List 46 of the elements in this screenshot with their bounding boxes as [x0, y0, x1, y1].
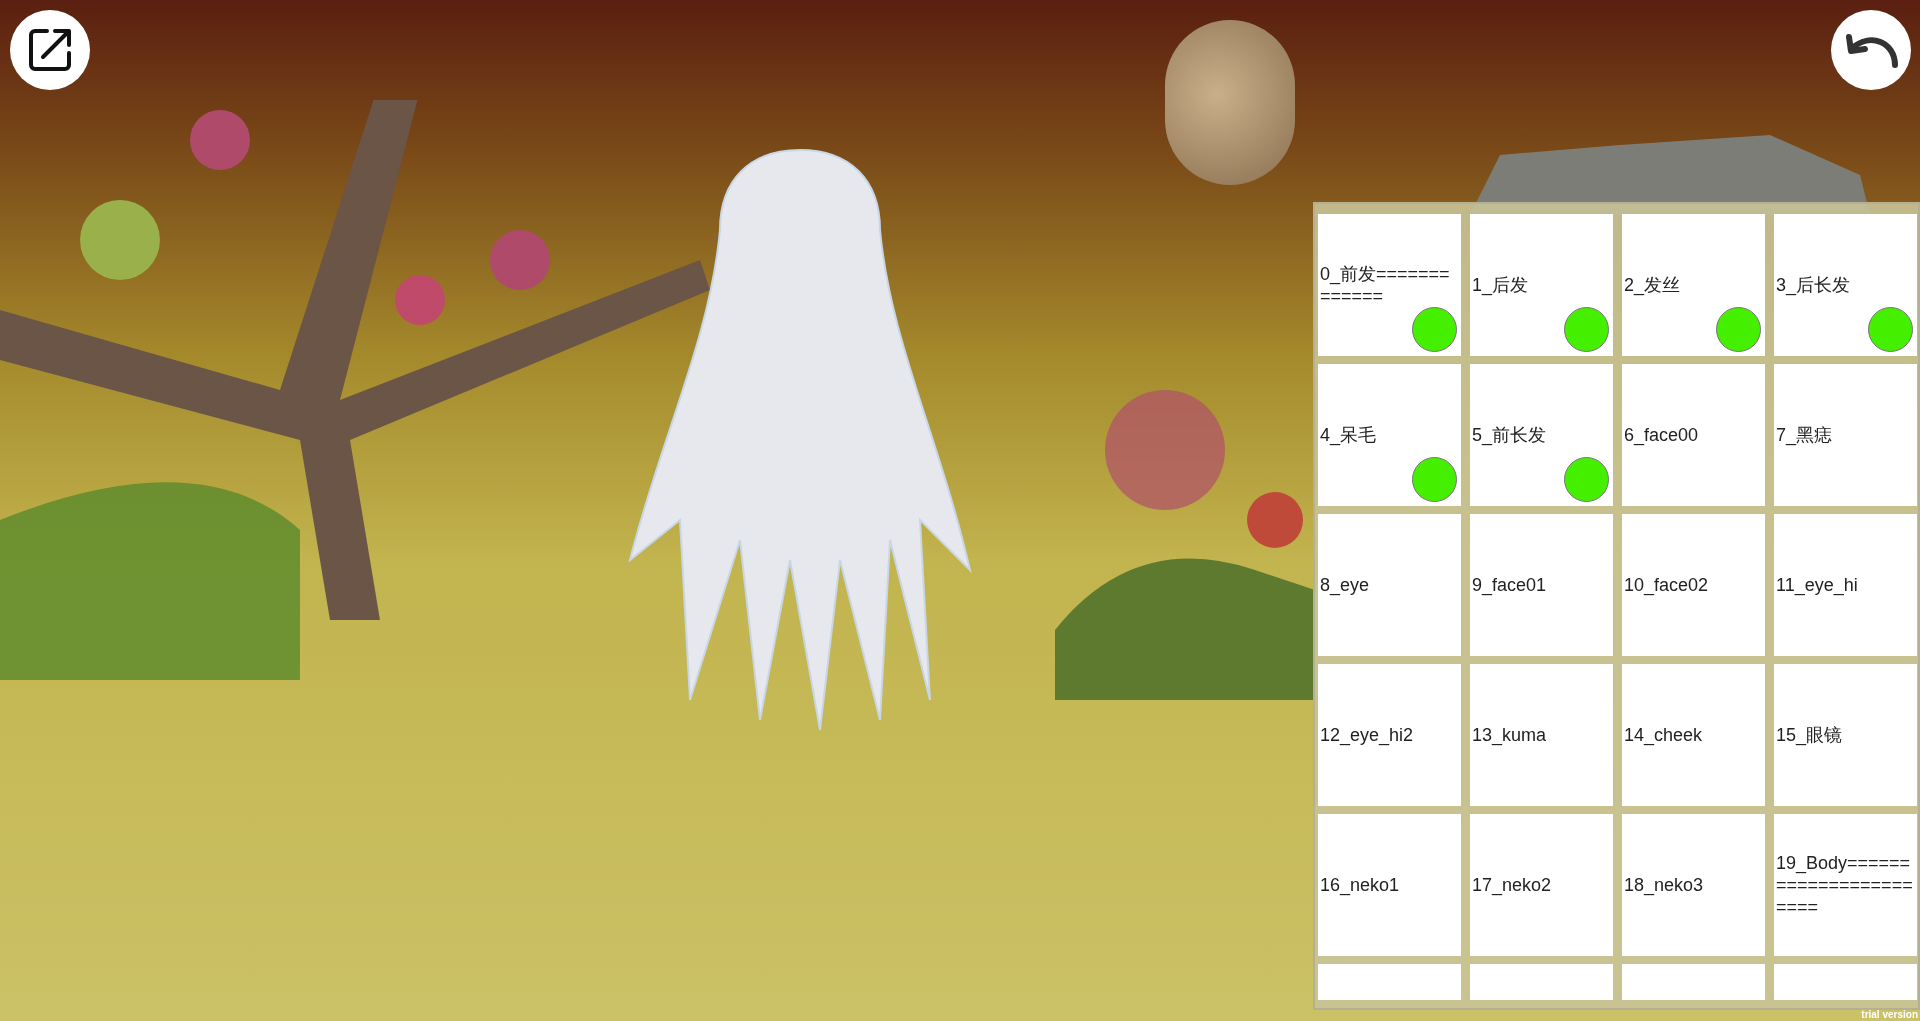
part-tile[interactable]: 9_face01	[1470, 514, 1613, 656]
part-tile[interactable]: 3_后长发	[1774, 214, 1917, 356]
part-tile[interactable]	[1470, 964, 1613, 1000]
part-label: 6_face00	[1624, 424, 1699, 446]
part-label: 7_黑痣	[1776, 424, 1833, 446]
part-label: 0_前发=============	[1320, 263, 1451, 307]
part-tile[interactable]: 1_后发	[1470, 214, 1613, 356]
part-tile[interactable]: 19_Body=======================	[1774, 814, 1917, 956]
part-tile[interactable]: 4_呆毛	[1318, 364, 1461, 506]
part-tile[interactable]: 11_eye_hi	[1774, 514, 1917, 656]
part-tile[interactable]: 15_眼镜	[1774, 664, 1917, 806]
part-label: 5_前长发	[1472, 424, 1547, 446]
part-label: 19_Body=======================	[1776, 852, 1914, 918]
part-label: 15_眼镜	[1776, 724, 1843, 746]
part-tile[interactable]: 18_neko3	[1622, 814, 1765, 956]
part-tile[interactable]: 14_cheek	[1622, 664, 1765, 806]
part-label: 14_cheek	[1624, 724, 1703, 746]
part-tile[interactable]: 16_neko1	[1318, 814, 1461, 956]
part-tile[interactable]: 8_eye	[1318, 514, 1461, 656]
part-label: 1_后发	[1472, 274, 1529, 296]
part-tile[interactable]: 10_face02	[1622, 514, 1765, 656]
part-label: 4_呆毛	[1320, 424, 1377, 446]
part-tile[interactable]	[1622, 964, 1765, 1000]
part-tile[interactable]: 7_黑痣	[1774, 364, 1917, 506]
part-label: 17_neko2	[1472, 874, 1552, 896]
part-tile[interactable]: 6_face00	[1622, 364, 1765, 506]
part-label: 9_face01	[1472, 574, 1547, 596]
trial-version-label: trial version	[1861, 1009, 1918, 1021]
part-label: 16_neko1	[1320, 874, 1400, 896]
part-label: 13_kuma	[1472, 724, 1547, 746]
part-label: 3_后长发	[1776, 274, 1851, 296]
open-external-icon	[27, 27, 73, 73]
part-tile[interactable]: 17_neko2	[1470, 814, 1613, 956]
part-tile[interactable]: 2_发丝	[1622, 214, 1765, 356]
part-tile[interactable]: 0_前发=============	[1318, 214, 1461, 356]
part-tile[interactable]: 12_eye_hi2	[1318, 664, 1461, 806]
part-label: 12_eye_hi2	[1320, 724, 1414, 746]
part-label: 2_发丝	[1624, 274, 1681, 296]
part-label: 11_eye_hi	[1776, 574, 1858, 596]
part-tile[interactable]	[1774, 964, 1917, 1000]
part-label: 18_neko3	[1624, 874, 1704, 896]
part-tile[interactable]: 5_前长发	[1470, 364, 1613, 506]
part-tile[interactable]	[1318, 964, 1461, 1000]
part-label: 10_face02	[1624, 574, 1709, 596]
part-tile[interactable]: 13_kuma	[1470, 664, 1613, 806]
part-label: 8_eye	[1320, 574, 1370, 596]
